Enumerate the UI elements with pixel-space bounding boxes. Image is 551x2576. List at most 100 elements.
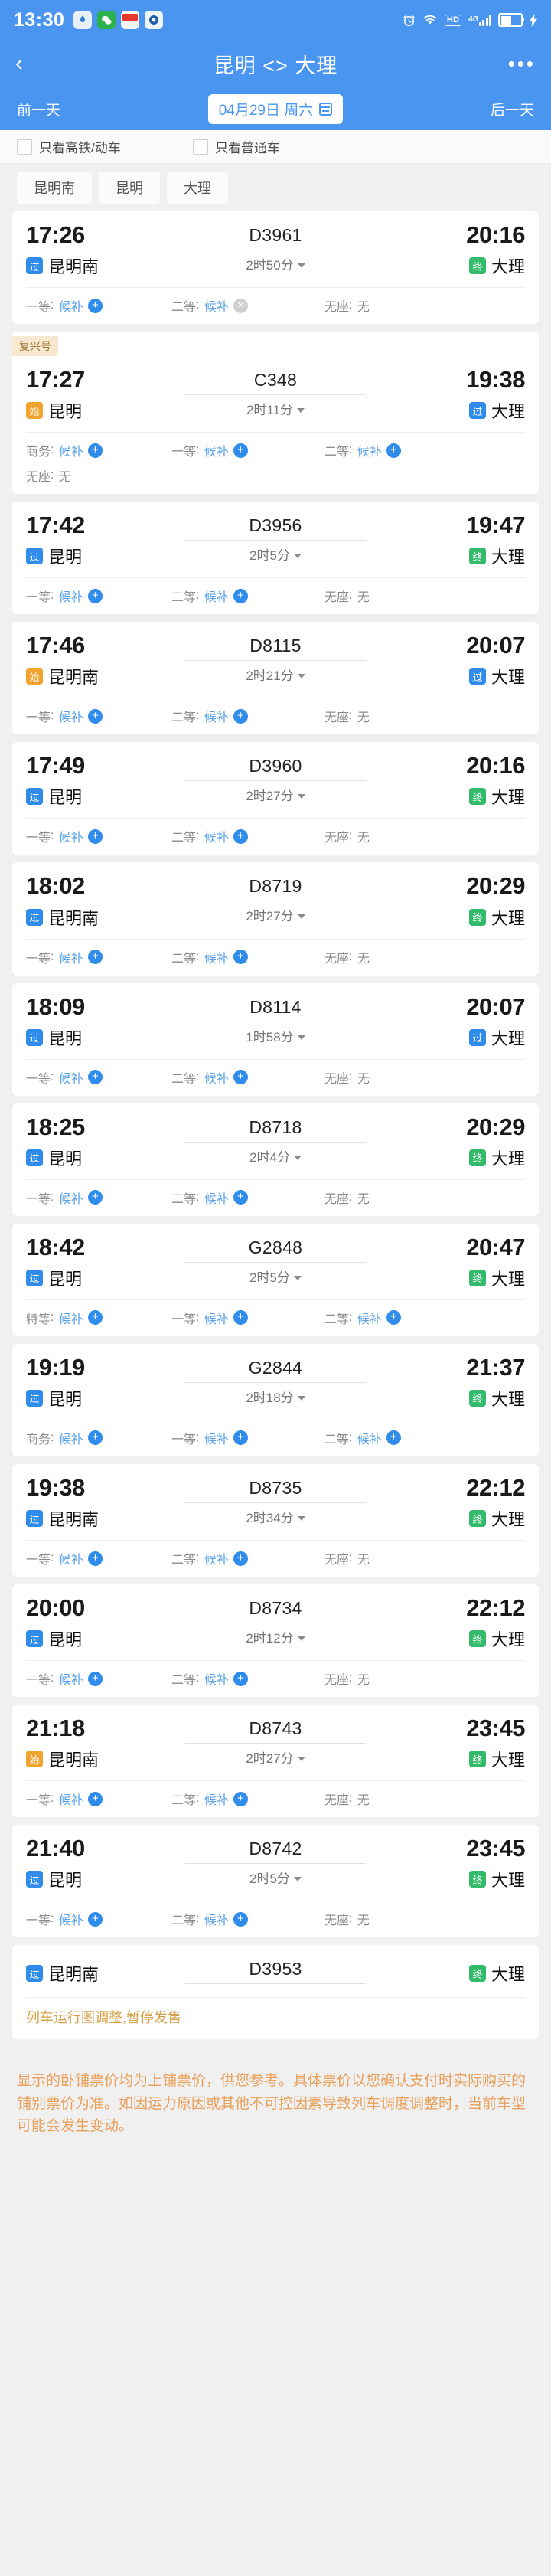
- add-waitlist-icon[interactable]: +: [87, 1551, 103, 1566]
- add-waitlist-icon[interactable]: +: [233, 708, 248, 724]
- checkbox-icon[interactable]: [193, 139, 208, 155]
- seat-class-item[interactable]: 二等: 候补 +: [324, 1429, 525, 1447]
- seat-class-item[interactable]: 一等: 候补 +: [171, 1309, 324, 1327]
- seat-class-item[interactable]: 二等: 候补 +: [171, 1669, 324, 1688]
- add-waitlist-icon[interactable]: +: [87, 1310, 103, 1326]
- trip-duration[interactable]: 2时5分: [171, 1868, 380, 1887]
- chevron-down-icon[interactable]: [297, 914, 305, 920]
- seat-class-item[interactable]: 一等: 候补 +: [171, 441, 324, 459]
- seat-class-item[interactable]: 无座: 无: [324, 1549, 525, 1568]
- seat-class-item[interactable]: 一等: 候补 +: [26, 1549, 171, 1568]
- seat-class-item[interactable]: 一等: 候补 +: [26, 1068, 171, 1087]
- trip-duration[interactable]: 2时27分: [171, 785, 380, 804]
- trip-duration[interactable]: 2时5分: [171, 544, 380, 564]
- seat-class-item[interactable]: 二等: 候补 +: [171, 1188, 324, 1207]
- chevron-down-icon[interactable]: [293, 1877, 302, 1882]
- filter-normal-train-only[interactable]: 只看普通车: [193, 137, 280, 156]
- train-card[interactable]: 19:19 过昆明 G2844 2时18分 21:37 终大理 商务: 候补 + 一等: 候补 +…: [12, 1343, 539, 1456]
- chevron-down-icon[interactable]: [297, 794, 305, 799]
- chevron-down-icon[interactable]: [297, 1636, 305, 1642]
- add-waitlist-icon[interactable]: +: [233, 588, 248, 603]
- prev-day-button[interactable]: 前一天: [17, 99, 60, 119]
- chevron-down-icon[interactable]: [297, 1515, 305, 1521]
- seat-class-item[interactable]: 商务: 候补 +: [26, 441, 171, 459]
- add-waitlist-icon[interactable]: +: [233, 1671, 248, 1686]
- seat-class-item[interactable]: 一等: 候补 +: [26, 587, 171, 605]
- train-card[interactable]: 17:49 过昆明 D3960 2时27分 20:16 终大理 一等: 候补 + 二等: 候补 +…: [12, 742, 539, 855]
- seat-class-item[interactable]: 无座: 无: [324, 296, 525, 315]
- add-waitlist-icon[interactable]: +: [87, 1671, 103, 1686]
- train-info-block[interactable]: D8735 2时34分: [171, 1475, 380, 1526]
- add-waitlist-icon[interactable]: +: [386, 1310, 401, 1326]
- trip-duration[interactable]: 2时34分: [171, 1507, 380, 1526]
- add-waitlist-icon[interactable]: +: [87, 1911, 103, 1927]
- trip-duration[interactable]: 2时18分: [171, 1387, 380, 1406]
- train-card[interactable]: 18:02 过昆明南 D8719 2时27分 20:29 终大理 一等: 候补 + 二等: 候补…: [12, 862, 539, 976]
- add-waitlist-icon[interactable]: +: [233, 1551, 248, 1566]
- seat-class-item[interactable]: 无座: 无: [324, 707, 525, 725]
- train-card[interactable]: 17:42 过昆明 D3956 2时5分 19:47 终大理 一等: 候补 + 二等: 候补 + 无…: [12, 502, 539, 615]
- checkbox-icon[interactable]: [17, 139, 32, 155]
- trip-duration[interactable]: 2时5分: [171, 1267, 380, 1286]
- add-waitlist-icon[interactable]: +: [87, 708, 103, 724]
- seat-class-item[interactable]: 二等: 候补 +: [171, 948, 324, 966]
- seat-class-item[interactable]: 无座: 无: [324, 827, 525, 845]
- trip-duration[interactable]: 2时11分: [171, 399, 380, 418]
- station-tab-kunming-south[interactable]: 昆明南: [17, 172, 92, 204]
- add-waitlist-icon[interactable]: +: [87, 298, 103, 313]
- trip-duration[interactable]: 2时12分: [171, 1627, 380, 1646]
- add-waitlist-icon[interactable]: +: [233, 1911, 248, 1927]
- add-waitlist-icon[interactable]: +: [233, 1190, 248, 1205]
- seat-class-item[interactable]: 一等: 候补 +: [26, 948, 171, 966]
- train-card[interactable]: 复兴号 17:27 始昆明 C348 2时11分 19:38 过大理 商务: 候补 + 一等: 候…: [12, 332, 539, 495]
- train-info-block[interactable]: D3953: [171, 1956, 380, 1988]
- seat-class-item[interactable]: 一等: 候补 +: [26, 827, 171, 845]
- filter-high-speed-only[interactable]: 只看高铁/动车: [17, 137, 193, 156]
- seat-class-item[interactable]: 一等: 候补 +: [171, 1429, 324, 1447]
- train-info-block[interactable]: D3956 2时5分: [171, 512, 380, 564]
- seat-class-item[interactable]: 二等: 候补 +: [171, 1910, 324, 1928]
- seat-class-item[interactable]: 无座: 无: [324, 1068, 525, 1087]
- train-card[interactable]: 17:26 过昆明南 D3961 2时50分 20:16 终大理 一等: 候补 + 二等: 候补…: [12, 211, 539, 325]
- add-waitlist-icon[interactable]: +: [233, 1430, 248, 1446]
- seat-class-item[interactable]: 二等: 候补 +: [324, 441, 525, 459]
- trip-duration[interactable]: 2时27分: [171, 905, 380, 924]
- trip-duration[interactable]: 2时21分: [171, 665, 380, 684]
- chevron-down-icon[interactable]: [297, 1757, 305, 1762]
- train-info-block[interactable]: G2844 2时18分: [171, 1355, 380, 1406]
- train-card[interactable]: 17:46 始昆明南 D8115 2时21分 20:07 过大理 一等: 候补 + 二等: 候补…: [12, 622, 539, 735]
- seat-class-item[interactable]: 二等: 候补 +: [171, 1549, 324, 1568]
- seat-class-item[interactable]: 二等: 候补 +: [324, 1309, 525, 1327]
- add-waitlist-icon[interactable]: +: [233, 1070, 248, 1085]
- add-waitlist-icon[interactable]: +: [87, 1190, 103, 1205]
- seat-class-item[interactable]: 一等: 候补 +: [26, 1910, 171, 1928]
- train-card[interactable]: 18:25 过昆明 D8718 2时4分 20:29 终大理 一等: 候补 + 二等: 候补 + 无…: [12, 1103, 539, 1216]
- trip-duration[interactable]: 2时4分: [171, 1146, 380, 1165]
- seat-class-item[interactable]: 特等: 候补 +: [26, 1309, 171, 1327]
- train-card[interactable]: 18:42 过昆明 G2848 2时5分 20:47 终大理 特等: 候补 + 一等: 候补 + 二…: [12, 1223, 539, 1336]
- add-waitlist-icon[interactable]: +: [386, 1430, 401, 1446]
- seat-class-item[interactable]: 二等: 候补 +: [171, 1068, 324, 1087]
- seat-class-item[interactable]: 一等: 候补 +: [26, 1790, 171, 1808]
- add-waitlist-icon[interactable]: +: [87, 829, 103, 844]
- station-tab-dali[interactable]: 大理: [167, 172, 228, 204]
- trip-duration[interactable]: 2时50分: [171, 254, 380, 273]
- train-info-block[interactable]: D3960 2时27分: [171, 753, 380, 804]
- train-info-block[interactable]: D8114 1时58分: [171, 994, 380, 1045]
- add-waitlist-icon[interactable]: +: [87, 443, 103, 458]
- train-info-block[interactable]: D8743 2时27分: [171, 1715, 380, 1767]
- chevron-down-icon[interactable]: [297, 1395, 305, 1401]
- train-info-block[interactable]: D8742 2时5分: [171, 1836, 380, 1887]
- train-card[interactable]: 21:18 始昆明南 D8743 2时27分 23:45 终大理 一等: 候补 + 二等: 候补…: [12, 1705, 539, 1818]
- seat-class-item[interactable]: 二等: 候补 +: [171, 1790, 324, 1808]
- train-info-block[interactable]: C348 2时11分: [171, 367, 380, 418]
- seat-class-item[interactable]: 商务: 候补 +: [26, 1429, 171, 1447]
- seat-class-item[interactable]: 二等: 候补 ×: [171, 296, 324, 315]
- add-waitlist-icon[interactable]: +: [386, 443, 401, 458]
- date-picker-button[interactable]: 04月29日 周六: [207, 93, 344, 124]
- seat-class-item[interactable]: 无座: 无: [324, 948, 525, 966]
- add-waitlist-icon[interactable]: +: [87, 1791, 103, 1806]
- chevron-down-icon[interactable]: [297, 263, 305, 268]
- add-waitlist-icon[interactable]: +: [87, 1430, 103, 1446]
- seat-class-item[interactable]: 二等: 候补 +: [171, 827, 324, 845]
